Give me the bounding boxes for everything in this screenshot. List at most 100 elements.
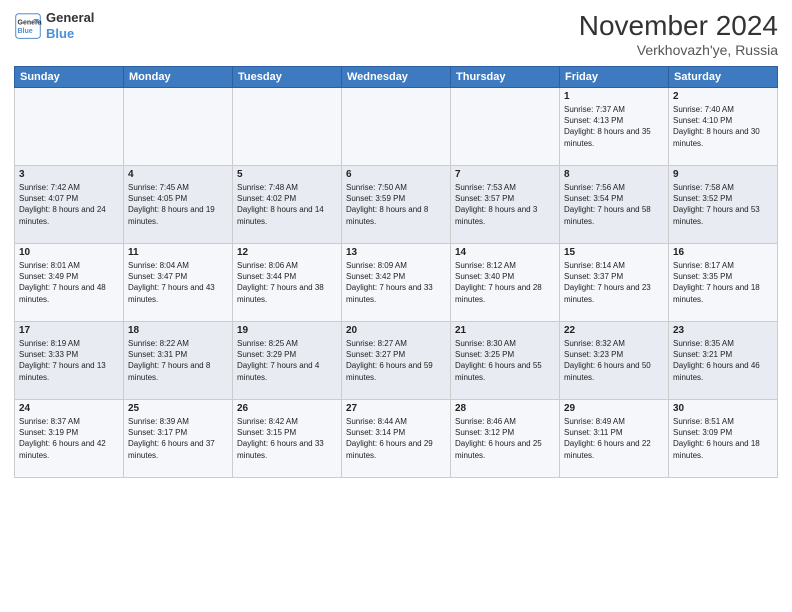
- day-info: Sunrise: 7:37 AM Sunset: 4:13 PM Dayligh…: [564, 104, 664, 149]
- logo-text: General Blue: [46, 10, 94, 41]
- title-block: November 2024 Verkhovazh'ye, Russia: [579, 10, 778, 58]
- day-info: Sunrise: 8:27 AM Sunset: 3:27 PM Dayligh…: [346, 338, 446, 383]
- calendar-cell: 18Sunrise: 8:22 AM Sunset: 3:31 PM Dayli…: [124, 322, 233, 400]
- day-info: Sunrise: 8:46 AM Sunset: 3:12 PM Dayligh…: [455, 416, 555, 461]
- day-number: 17: [19, 325, 119, 336]
- calendar-body: 1Sunrise: 7:37 AM Sunset: 4:13 PM Daylig…: [15, 88, 778, 478]
- calendar-cell: 20Sunrise: 8:27 AM Sunset: 3:27 PM Dayli…: [342, 322, 451, 400]
- day-number: 5: [237, 169, 337, 180]
- calendar-cell: [15, 88, 124, 166]
- day-number: 18: [128, 325, 228, 336]
- calendar-week: 17 Sunrise: 8:19 AM Sunset: 3:33 PM Dayli…: [15, 322, 778, 400]
- svg-text:Blue: Blue: [18, 28, 33, 35]
- calendar-cell: 19 Sunrise: 8:25 AM Sunset: 3:29 PM Dayli…: [233, 322, 342, 400]
- weekday-header: Thursday: [451, 67, 560, 88]
- calendar-cell: 28 Sunrise: 8:46 AM Sunset: 3:12 PM Dayli…: [451, 400, 560, 478]
- day-info: Sunrise: 7:56 AM Sunset: 3:54 PM Dayligh…: [564, 182, 664, 227]
- day-number: 21: [455, 325, 555, 336]
- day-number: 6: [346, 169, 446, 180]
- day-number: 8: [564, 169, 664, 180]
- day-info: Sunrise: 8:12 AM Sunset: 3:40 PM Dayligh…: [455, 260, 555, 305]
- calendar-cell: 17 Sunrise: 8:19 AM Sunset: 3:33 PM Dayli…: [15, 322, 124, 400]
- calendar-cell: [233, 88, 342, 166]
- day-number: 27: [346, 403, 446, 414]
- day-number: 15: [564, 247, 664, 258]
- calendar-cell: 10 Sunrise: 8:01 AM Sunset: 3:49 PM Dayli…: [15, 244, 124, 322]
- logo-icon: General Blue: [14, 12, 42, 40]
- day-info: Sunrise: 8:01 AM Sunset: 3:49 PM Dayligh…: [19, 260, 119, 305]
- calendar-cell: 4 Sunrise: 7:45 AM Sunset: 4:05 PM Daylig…: [124, 166, 233, 244]
- day-number: 4: [128, 169, 228, 180]
- calendar-cell: 26 Sunrise: 8:42 AM Sunset: 3:15 PM Dayli…: [233, 400, 342, 478]
- weekday-header: Friday: [560, 67, 669, 88]
- day-number: 30: [673, 403, 773, 414]
- calendar-cell: 8 Sunrise: 7:56 AM Sunset: 3:54 PM Daylig…: [560, 166, 669, 244]
- day-number: 7: [455, 169, 555, 180]
- calendar-cell: 23Sunrise: 8:35 AM Sunset: 3:21 PM Dayli…: [669, 322, 778, 400]
- header: General Blue General Blue November 2024 …: [14, 10, 778, 58]
- day-info: Sunrise: 7:45 AM Sunset: 4:05 PM Dayligh…: [128, 182, 228, 227]
- day-number: 22: [564, 325, 664, 336]
- weekday-header: Tuesday: [233, 67, 342, 88]
- calendar-cell: 24 Sunrise: 8:37 AM Sunset: 3:19 PM Dayli…: [15, 400, 124, 478]
- logo-line1: General: [46, 10, 94, 26]
- day-number: 12: [237, 247, 337, 258]
- calendar-week: 1Sunrise: 7:37 AM Sunset: 4:13 PM Daylig…: [15, 88, 778, 166]
- calendar-cell: 22 Sunrise: 8:32 AM Sunset: 3:23 PM Dayli…: [560, 322, 669, 400]
- day-info: Sunrise: 8:51 AM Sunset: 3:09 PM Dayligh…: [673, 416, 773, 461]
- day-number: 29: [564, 403, 664, 414]
- calendar-cell: 12Sunrise: 8:06 AM Sunset: 3:44 PM Dayli…: [233, 244, 342, 322]
- day-number: 19: [237, 325, 337, 336]
- day-info: Sunrise: 8:14 AM Sunset: 3:37 PM Dayligh…: [564, 260, 664, 305]
- day-info: Sunrise: 8:04 AM Sunset: 3:47 PM Dayligh…: [128, 260, 228, 305]
- calendar-cell: 3Sunrise: 7:42 AM Sunset: 4:07 PM Daylig…: [15, 166, 124, 244]
- calendar-cell: [451, 88, 560, 166]
- calendar-cell: 16 Sunrise: 8:17 AM Sunset: 3:35 PM Dayli…: [669, 244, 778, 322]
- day-number: 25: [128, 403, 228, 414]
- day-number: 11: [128, 247, 228, 258]
- day-info: Sunrise: 8:32 AM Sunset: 3:23 PM Dayligh…: [564, 338, 664, 383]
- calendar-header: SundayMondayTuesdayWednesdayThursdayFrid…: [15, 67, 778, 88]
- calendar-cell: 11 Sunrise: 8:04 AM Sunset: 3:47 PM Dayli…: [124, 244, 233, 322]
- day-info: Sunrise: 7:53 AM Sunset: 3:57 PM Dayligh…: [455, 182, 555, 227]
- calendar-cell: [124, 88, 233, 166]
- day-number: 10: [19, 247, 119, 258]
- calendar-cell: 2Sunrise: 7:40 AM Sunset: 4:10 PM Daylig…: [669, 88, 778, 166]
- main-title: November 2024: [579, 10, 778, 42]
- calendar-cell: 14 Sunrise: 8:12 AM Sunset: 3:40 PM Dayli…: [451, 244, 560, 322]
- day-number: 26: [237, 403, 337, 414]
- day-info: Sunrise: 8:35 AM Sunset: 3:21 PM Dayligh…: [673, 338, 773, 383]
- subtitle: Verkhovazh'ye, Russia: [579, 42, 778, 58]
- calendar-cell: [342, 88, 451, 166]
- calendar-cell: 13 Sunrise: 8:09 AM Sunset: 3:42 PM Dayli…: [342, 244, 451, 322]
- calendar-cell: 30 Sunrise: 8:51 AM Sunset: 3:09 PM Dayli…: [669, 400, 778, 478]
- day-info: Sunrise: 8:19 AM Sunset: 3:33 PM Dayligh…: [19, 338, 119, 383]
- day-info: Sunrise: 8:49 AM Sunset: 3:11 PM Dayligh…: [564, 416, 664, 461]
- day-info: Sunrise: 8:30 AM Sunset: 3:25 PM Dayligh…: [455, 338, 555, 383]
- weekday-header: Saturday: [669, 67, 778, 88]
- day-info: Sunrise: 8:42 AM Sunset: 3:15 PM Dayligh…: [237, 416, 337, 461]
- weekday-header: Sunday: [15, 67, 124, 88]
- day-number: 13: [346, 247, 446, 258]
- calendar-cell: 25Sunrise: 8:39 AM Sunset: 3:17 PM Dayli…: [124, 400, 233, 478]
- day-number: 24: [19, 403, 119, 414]
- calendar-cell: 5 Sunrise: 7:48 AM Sunset: 4:02 PM Daylig…: [233, 166, 342, 244]
- day-info: Sunrise: 7:42 AM Sunset: 4:07 PM Dayligh…: [19, 182, 119, 227]
- calendar-cell: 7 Sunrise: 7:53 AM Sunset: 3:57 PM Daylig…: [451, 166, 560, 244]
- day-info: Sunrise: 8:37 AM Sunset: 3:19 PM Dayligh…: [19, 416, 119, 461]
- day-info: Sunrise: 7:58 AM Sunset: 3:52 PM Dayligh…: [673, 182, 773, 227]
- day-info: Sunrise: 7:48 AM Sunset: 4:02 PM Dayligh…: [237, 182, 337, 227]
- page: General Blue General Blue November 2024 …: [0, 0, 792, 612]
- logo-line2: Blue: [46, 26, 74, 41]
- day-number: 28: [455, 403, 555, 414]
- calendar-week: 24 Sunrise: 8:37 AM Sunset: 3:19 PM Dayli…: [15, 400, 778, 478]
- day-number: 14: [455, 247, 555, 258]
- day-info: Sunrise: 8:09 AM Sunset: 3:42 PM Dayligh…: [346, 260, 446, 305]
- calendar-cell: 9Sunrise: 7:58 AM Sunset: 3:52 PM Daylig…: [669, 166, 778, 244]
- day-number: 2: [673, 91, 773, 102]
- day-number: 16: [673, 247, 773, 258]
- day-info: Sunrise: 8:44 AM Sunset: 3:14 PM Dayligh…: [346, 416, 446, 461]
- day-info: Sunrise: 8:25 AM Sunset: 3:29 PM Dayligh…: [237, 338, 337, 383]
- day-info: Sunrise: 8:17 AM Sunset: 3:35 PM Dayligh…: [673, 260, 773, 305]
- calendar-table: SundayMondayTuesdayWednesdayThursdayFrid…: [14, 66, 778, 478]
